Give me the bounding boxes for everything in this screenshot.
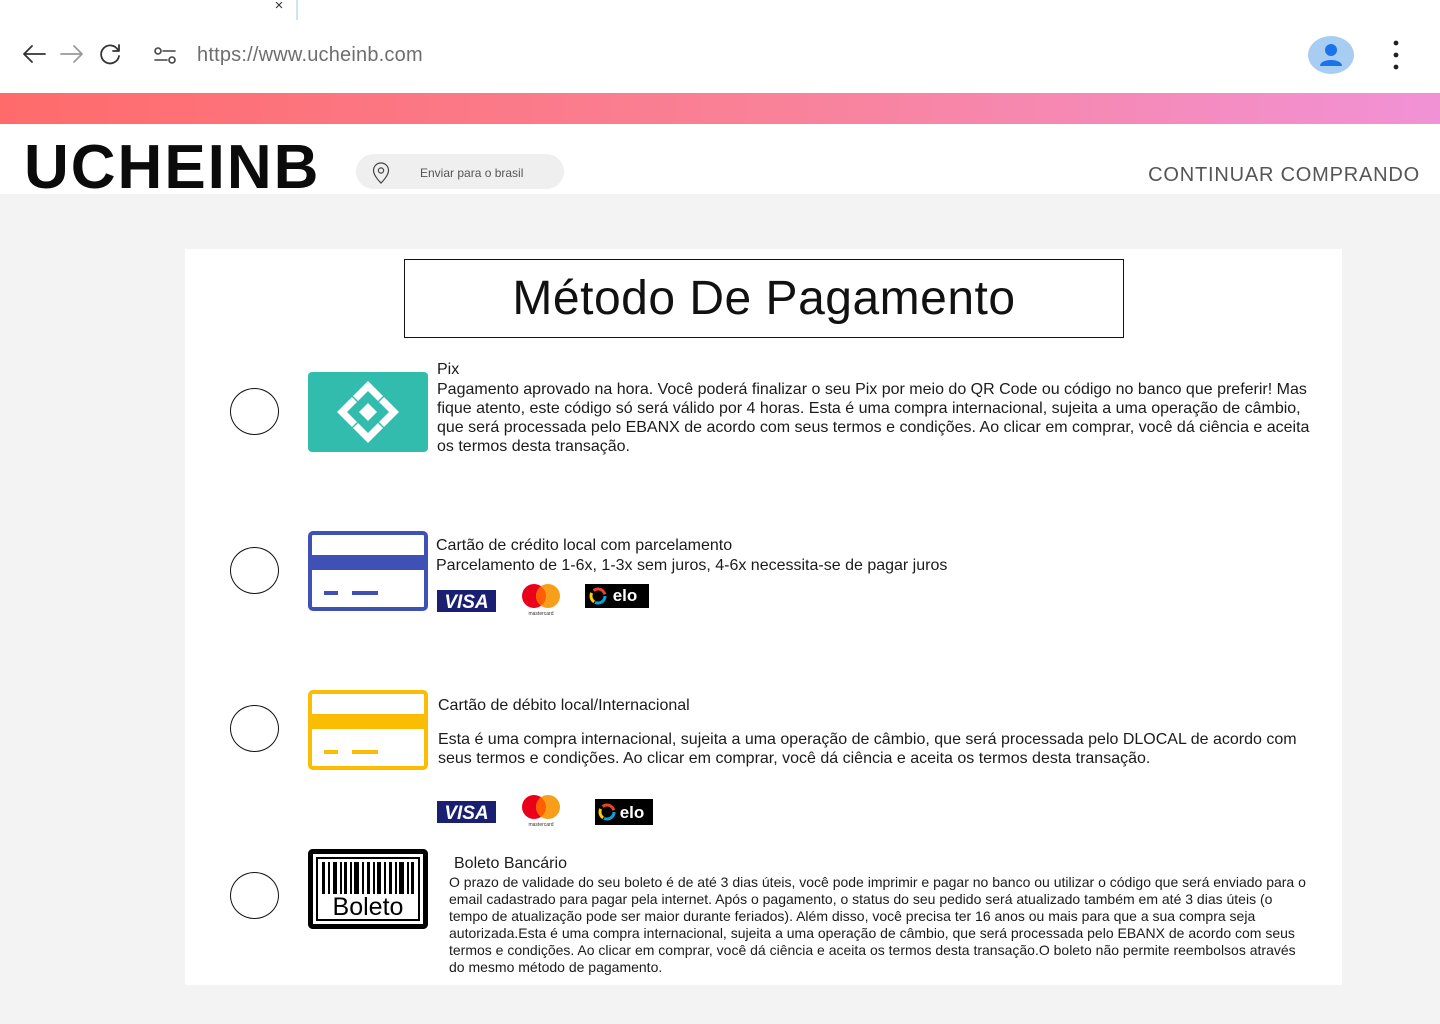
forward-button[interactable] [58, 40, 86, 68]
ship-to-label: Enviar para o brasil [420, 166, 524, 180]
profile-button[interactable] [1308, 36, 1354, 74]
location-pin-icon [372, 162, 390, 184]
boleto-logo: Boleto [308, 849, 428, 929]
visa-logo: VISA [437, 801, 496, 828]
elo-logo: elo [595, 799, 653, 830]
radio-boleto[interactable] [230, 872, 279, 919]
more-menu-button[interactable] [1386, 38, 1406, 72]
pix-icon [337, 381, 399, 443]
svg-text:VISA: VISA [444, 803, 488, 823]
pix-title: Pix [437, 361, 460, 378]
tab-strip: × [0, 0, 1440, 20]
site-settings-icon [154, 47, 176, 64]
arrow-right-icon [60, 45, 83, 63]
pix-logo [308, 372, 428, 452]
profile-icon [1320, 44, 1342, 66]
svg-text:mastercard: mastercard [528, 822, 553, 828]
reload-icon [100, 44, 120, 65]
mastercard-logo: mastercard [520, 583, 562, 622]
payment-method-panel: Método De Pagamento Pix Pagamento aprova… [185, 249, 1342, 985]
boleto-title: Boleto Bancário [454, 855, 567, 872]
svg-text:mastercard: mastercard [528, 611, 553, 617]
site-header: UCHEINB Enviar para o brasil CONTINUAR C… [0, 124, 1440, 202]
arrow-left-icon [23, 45, 46, 63]
continue-shopping-link[interactable]: CONTINUAR COMPRANDO [1148, 164, 1420, 187]
site-logo[interactable]: UCHEINB [24, 130, 320, 206]
brand-gradient-bar [0, 93, 1440, 124]
close-icon[interactable]: × [270, 0, 288, 14]
svg-text:elo: elo [620, 803, 645, 822]
pix-description: Pagamento aprovado na hora. Você poderá … [437, 381, 1310, 455]
debit-card-icon [308, 690, 428, 770]
back-button[interactable] [20, 40, 48, 68]
radio-debit-card[interactable] [230, 705, 279, 752]
credit-card-icon [308, 531, 428, 611]
debit-card-description: Esta é uma compra internacional, sujeita… [438, 731, 1297, 767]
svg-text:elo: elo [613, 586, 638, 605]
page-title: Método De Pagamento [404, 259, 1124, 338]
address-bar[interactable]: https://www.ucheinb.com [197, 44, 423, 67]
reload-button[interactable] [96, 40, 124, 68]
credit-card-title: Cartão de crédito local com parcelamento [436, 537, 733, 554]
elo-logo: elo [585, 584, 649, 613]
radio-credit-card[interactable] [230, 547, 279, 594]
site-settings-button[interactable] [152, 44, 178, 68]
svg-text:VISA: VISA [444, 592, 488, 612]
mastercard-logo: mastercard [520, 794, 562, 833]
svg-text:Boleto: Boleto [333, 893, 404, 921]
debit-card-title: Cartão de débito local/Internacional [438, 697, 690, 714]
tab-divider [296, 0, 298, 20]
radio-pix[interactable] [230, 388, 279, 435]
ship-to-selector[interactable]: Enviar para o brasil [356, 154, 564, 189]
visa-logo: VISA [437, 590, 496, 617]
browser-toolbar: https://www.ucheinb.com [0, 20, 1440, 93]
more-vertical-icon [1393, 40, 1399, 70]
credit-card-description: Parcelamento de 1-6x, 1-3x sem juros, 4-… [436, 557, 948, 574]
boleto-description: O prazo de validade do seu boleto é de a… [449, 874, 1306, 975]
